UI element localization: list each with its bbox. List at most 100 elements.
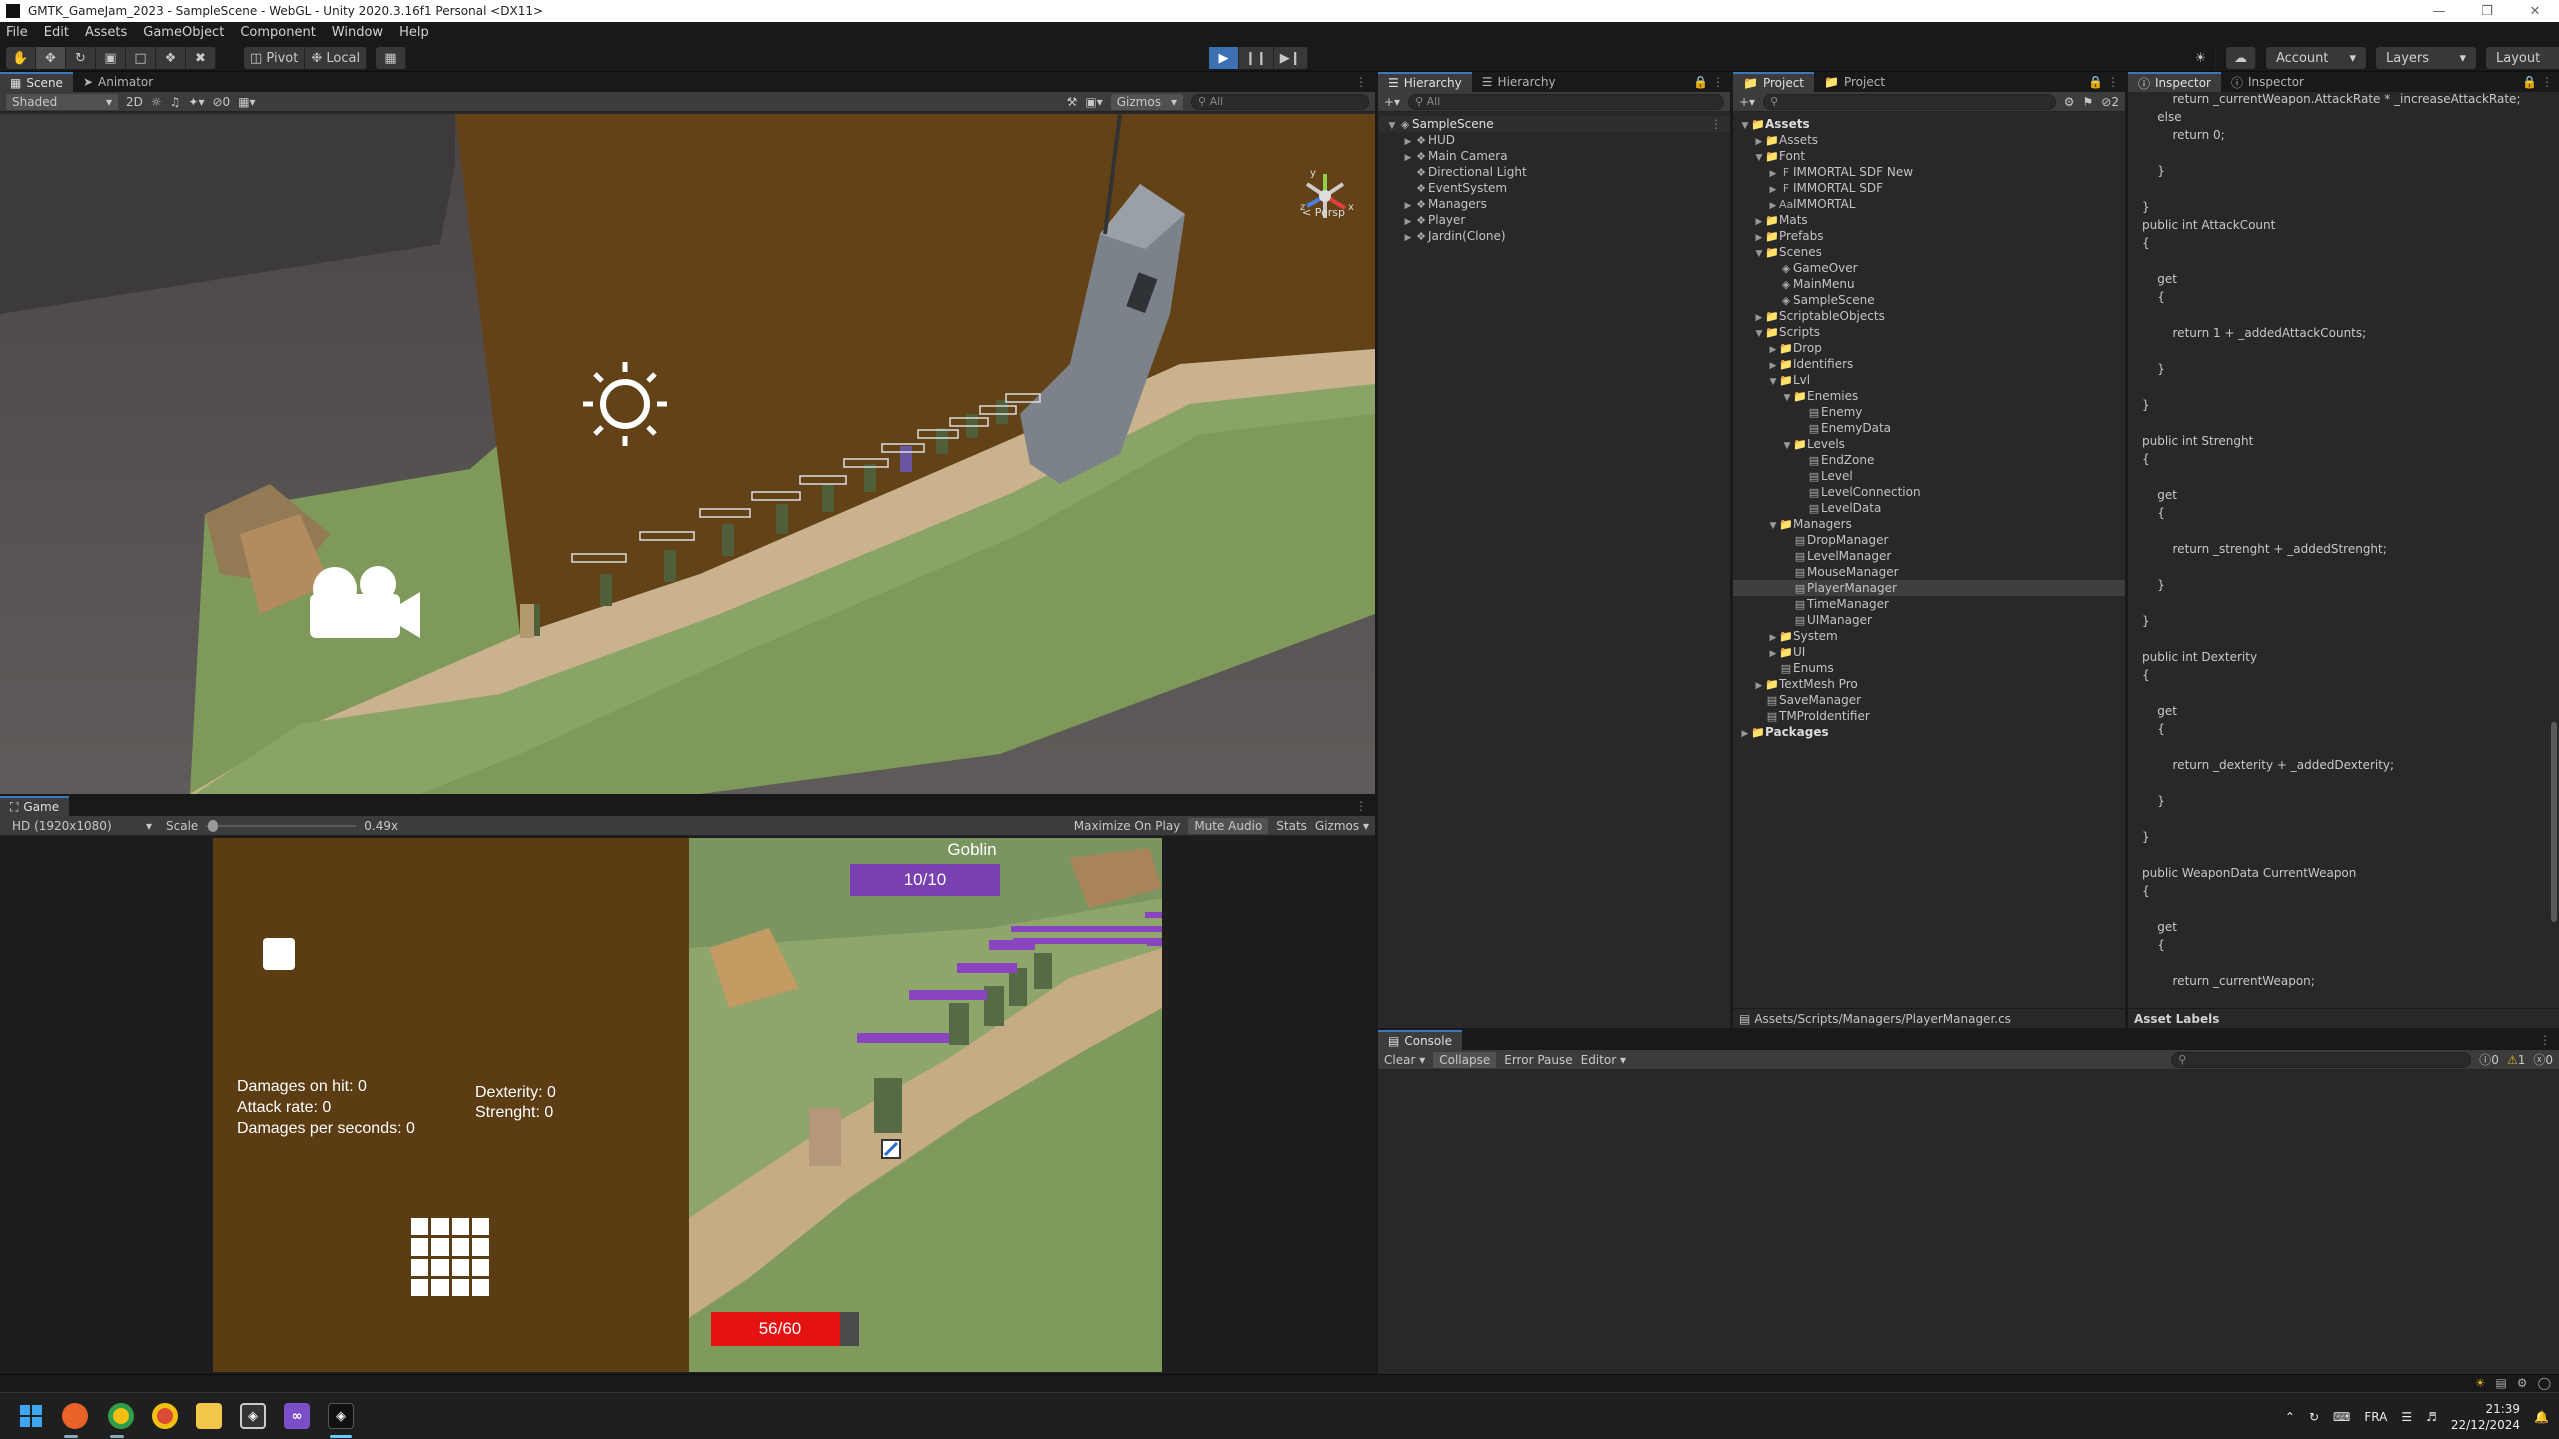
add-icon[interactable]: +▾: [1739, 95, 1755, 109]
layout-dropdown[interactable]: Layout▾: [2486, 47, 2559, 69]
scale-slider-handle[interactable]: [208, 819, 219, 832]
project-item[interactable]: ▤ TMProIdentifier: [1733, 708, 2125, 724]
console-search-input[interactable]: ⚲: [2171, 1051, 2472, 1068]
grid-toggle-icon[interactable]: ▦▾: [238, 95, 255, 109]
collab-status-icon[interactable]: ⚙: [2517, 1376, 2528, 1390]
project-item[interactable]: ▤ DropManager: [1733, 532, 2125, 548]
clear-button[interactable]: Clear ▾: [1384, 1053, 1425, 1067]
windows-start-icon[interactable]: [18, 1403, 44, 1429]
custom-tool-icon[interactable]: ✖: [186, 47, 216, 69]
hierarchy-item-hud[interactable]: ▶ ❖ HUD: [1378, 132, 1730, 148]
play-icon[interactable]: ▶: [1209, 47, 1239, 69]
project-item[interactable]: ▶ AaIMMORTAL: [1733, 196, 2125, 212]
chrome-profile-icon[interactable]: [152, 1403, 178, 1429]
project-item[interactable]: ▤ SaveManager: [1733, 692, 2125, 708]
expand-arrow-icon[interactable]: ▶: [1739, 726, 1751, 742]
project-item[interactable]: ◈ SampleScene: [1733, 292, 2125, 308]
hidden-objects-icon[interactable]: ⊘0: [212, 95, 230, 109]
project-item[interactable]: ▼ 📁Levels: [1733, 436, 2125, 452]
scale-slider[interactable]: [206, 819, 357, 833]
tab-animator[interactable]: ➤ Animator: [73, 72, 163, 92]
scale-tool-icon[interactable]: ▣: [96, 47, 126, 69]
move-tool-icon[interactable]: ✥: [36, 47, 66, 69]
inspector-scrollbar[interactable]: [2551, 722, 2557, 922]
game-gizmos-toggle[interactable]: Gizmos ▾: [1315, 819, 1369, 833]
project-item[interactable]: ▼ 📁Enemies: [1733, 388, 2125, 404]
menu-assets[interactable]: Assets: [85, 25, 127, 40]
project-item[interactable]: ▶ 📁UI: [1733, 644, 2125, 660]
pause-icon[interactable]: ❙❙: [1239, 47, 1274, 69]
project-item[interactable]: ▤ Level: [1733, 468, 2125, 484]
project-item[interactable]: ▤ EndZone: [1733, 452, 2125, 468]
hierarchy-item-jardin[interactable]: ▶ ❖ Jardin(Clone): [1378, 228, 1730, 244]
collapse-toggle[interactable]: Collapse: [1433, 1051, 1497, 1068]
lighting-toggle-icon[interactable]: ☼: [151, 95, 162, 109]
menu-gameobject[interactable]: GameObject: [143, 25, 224, 40]
local-toggle[interactable]: ❉ Local: [305, 47, 368, 69]
hierarchy-item-eventsystem[interactable]: ❖ EventSystem: [1378, 180, 1730, 196]
hand-tool-icon[interactable]: ✋: [6, 47, 36, 69]
menu-file[interactable]: File: [6, 25, 28, 40]
project-item[interactable]: ▼ 📁Lvl: [1733, 372, 2125, 388]
rotate-tool-icon[interactable]: ↻: [66, 47, 96, 69]
cache-server-icon[interactable]: ▤: [2495, 1376, 2506, 1390]
project-item[interactable]: ▶ 📁Identifiers: [1733, 356, 2125, 372]
project-item[interactable]: ▤ UIManager: [1733, 612, 2125, 628]
panel-menu-icon[interactable]: 🔒 ⋮: [2088, 75, 2119, 89]
close-icon[interactable]: ✕: [2511, 0, 2559, 22]
panel-menu-icon[interactable]: ⋮: [1355, 75, 1367, 89]
project-item[interactable]: ▤ LevelConnection: [1733, 484, 2125, 500]
project-item[interactable]: ▤ Enums: [1733, 660, 2125, 676]
tab-hierarchy[interactable]: ☰ Hierarchy: [1378, 72, 1472, 92]
scene-search-input[interactable]: ⚲ All: [1191, 93, 1369, 110]
menu-window[interactable]: Window: [332, 25, 383, 40]
mute-audio-toggle[interactable]: Mute Audio: [1188, 817, 1269, 834]
project-item[interactable]: ▤ TimeManager: [1733, 596, 2125, 612]
project-item[interactable]: ▶ 📁ScriptableObjects: [1733, 308, 2125, 324]
transform-tool-icon[interactable]: ❖: [156, 47, 186, 69]
effects-toggle-icon[interactable]: ✦▾: [188, 95, 204, 109]
shading-mode-dropdown[interactable]: Shaded ▾: [6, 93, 118, 110]
project-item[interactable]: ▼ 📁Assets: [1733, 116, 2125, 132]
clock[interactable]: 21:39 22/12/2024: [2451, 1401, 2520, 1433]
visual-studio-icon[interactable]: ∞: [284, 1403, 310, 1429]
hierarchy-item-main-camera[interactable]: ▶ ❖ Main Camera: [1378, 148, 1730, 164]
perspective-label[interactable]: < Persp: [1302, 206, 1345, 219]
camera-dropdown-icon[interactable]: ▣▾: [1085, 95, 1102, 109]
sync-icon[interactable]: ↻: [2309, 1410, 2319, 1424]
editor-dropdown[interactable]: Editor ▾: [1581, 1053, 1626, 1067]
tab-project[interactable]: 📁 Project: [1733, 72, 1815, 92]
game-viewport[interactable]: Damages on hit: 0 Attack rate: 0 Damages…: [213, 838, 1162, 1372]
keyboard-icon[interactable]: ⌨: [2333, 1410, 2350, 1424]
hidden-packages-icon[interactable]: ⊘2: [2101, 95, 2119, 109]
hierarchy-item-player[interactable]: ▶ ❖ Player: [1378, 212, 1730, 228]
wifi-icon[interactable]: ☰: [2401, 1410, 2412, 1424]
hierarchy-item-managers[interactable]: ▶ ❖ Managers: [1378, 196, 1730, 212]
search-by-type-icon[interactable]: ⚙: [2064, 95, 2075, 109]
mode-2d-toggle[interactable]: 2D: [126, 95, 143, 109]
panel-menu-icon[interactable]: ⋮: [1355, 799, 1367, 813]
cloud-icon[interactable]: ☁: [2226, 47, 2256, 69]
project-item[interactable]: ▤ MouseManager: [1733, 564, 2125, 580]
tab-inspector[interactable]: ⓘ Inspector: [2128, 72, 2221, 92]
project-item[interactable]: ▼ 📁Font: [1733, 148, 2125, 164]
error-pause-toggle[interactable]: Error Pause: [1504, 1053, 1572, 1067]
pivot-toggle[interactable]: ◫ Pivot: [244, 47, 306, 69]
tab-project-2[interactable]: 📁 Project: [1814, 72, 1895, 92]
resolution-dropdown[interactable]: HD (1920x1080) ▾: [6, 818, 158, 834]
scene-viewport[interactable]: y z x < Persp: [0, 114, 1375, 794]
scene-menu-icon[interactable]: ⋮: [1710, 116, 1722, 132]
unity-editor-icon[interactable]: ◈: [328, 1403, 354, 1429]
step-icon[interactable]: ▶❙: [1274, 47, 1308, 69]
project-item[interactable]: ▶ 📁Drop: [1733, 340, 2125, 356]
project-item[interactable]: ▤ EnemyData: [1733, 420, 2125, 436]
panel-menu-icon[interactable]: 🔒 ⋮: [1693, 75, 1724, 89]
project-item[interactable]: ▶ 📁Packages: [1733, 724, 2125, 740]
notification-icon[interactable]: 🔔: [2534, 1410, 2549, 1424]
layers-dropdown[interactable]: Layers ▾: [2376, 47, 2476, 69]
project-item[interactable]: ◈ MainMenu: [1733, 276, 2125, 292]
panel-menu-icon[interactable]: 🔒 ⋮: [2522, 75, 2553, 89]
file-explorer-icon[interactable]: [196, 1403, 222, 1429]
panel-menu-icon[interactable]: ⋮: [2539, 1033, 2551, 1047]
expand-arrow-icon[interactable]: ▶: [1402, 230, 1414, 246]
